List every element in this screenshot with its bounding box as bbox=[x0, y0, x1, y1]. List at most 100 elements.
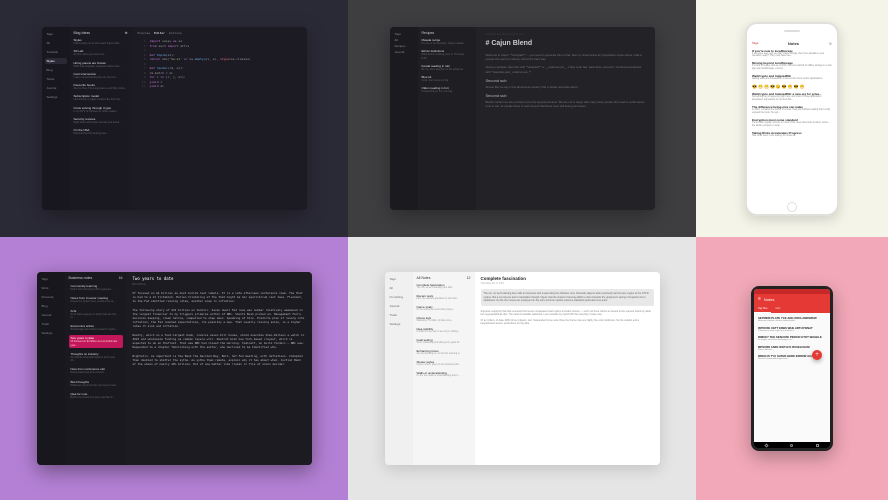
note-item[interactable]: Taking Risks Accelerates ProgressHas com… bbox=[752, 131, 832, 138]
dark-notes-app: Tags Work Personal Blog Journal Trash Settings… bbox=[37, 272, 312, 465]
note-item[interactable]: Moving beyond localStorageIt's hard to b… bbox=[752, 61, 832, 71]
note-item[interactable]: SETMERI PLATE YCE ANG ORCLANDSREWMinimum… bbox=[758, 316, 826, 323]
sidebar: Tags Work Personal Blog Journal Trash Settings bbox=[37, 272, 65, 465]
doc-title: # Cajun Blend bbox=[486, 40, 645, 47]
iphone-device: Tags Notes ⊕ If you're new to localStora… bbox=[745, 22, 839, 216]
back-button[interactable]: Tags bbox=[752, 41, 758, 45]
note-item[interactable]: Chess lockMarketing 75 million, of data … bbox=[417, 316, 471, 323]
code-editor[interactable]: PreviewEditorActions 1import sassy as sa… bbox=[132, 27, 307, 210]
sidebar-item[interactable]: Trash bbox=[40, 321, 62, 327]
note-item[interactable]: Slower stylesInspire, which, play not ol… bbox=[417, 360, 471, 367]
sidebar-item[interactable]: All bbox=[45, 40, 67, 46]
tab[interactable]: Mad bbox=[771, 305, 784, 313]
fab-add[interactable]: + bbox=[812, 350, 822, 360]
note-item[interactable]: Walls of understandingIt's the four wall… bbox=[417, 371, 471, 378]
note-item[interactable]: Brief thoughtsWhatever you do int the ne… bbox=[69, 379, 123, 388]
home-button-area bbox=[747, 200, 837, 214]
note-item[interactable]: Note from conference callRarely bland as… bbox=[69, 366, 123, 375]
note-item[interactable]: Security reviewsRight there with better … bbox=[74, 117, 128, 124]
note-item[interactable]: StylesImport sassy as sa from each impor… bbox=[74, 38, 128, 45]
note-editor[interactable]: Two years to date Marathons Of focused o… bbox=[127, 272, 312, 465]
note-item[interactable]: Goal settingWe're oddsetting and sitting… bbox=[417, 338, 471, 345]
note-item[interactable]: 😎😬😬😎😏😎😬😎😬 bbox=[752, 84, 832, 89]
cell-dark-code: Tags All Tutorials Styles Blog Twine Journal Se… bbox=[0, 0, 348, 237]
note-item[interactable]: Notes from investor meetingAugust 14. Qu… bbox=[69, 295, 123, 304]
note-item[interactable]: Game studyOr me solving for team when pl… bbox=[417, 305, 471, 312]
mini-sidebar: TagsAllRecipesJournal bbox=[390, 27, 418, 210]
nav-back[interactable] bbox=[765, 443, 769, 447]
sidebar-item[interactable]: Styles bbox=[45, 58, 67, 64]
note-item[interactable]: Olden reading in fortUnderwriting in the… bbox=[422, 86, 472, 93]
note-item[interactable]: Subscription modelLike directly a single… bbox=[74, 94, 128, 101]
note-item[interactable]: Hiring panels are brokenWhat was origina… bbox=[74, 61, 128, 68]
sidebar-item[interactable]: Trash bbox=[388, 312, 410, 318]
note-item[interactable]: Govt interventionI saw, not questioning … bbox=[74, 72, 128, 79]
note-item[interactable]: Enhancing focusAm and pointing on: so th… bbox=[417, 349, 471, 356]
editor-tab[interactable]: Preview bbox=[138, 31, 151, 35]
sidebar-item[interactable]: Tags bbox=[388, 276, 410, 282]
sidebar-item[interactable]: Blog bbox=[45, 67, 67, 73]
note-item[interactable]: INTROFE UETT ERBS WHE ARTHYSINATThitenwi… bbox=[758, 326, 826, 333]
sidebar-item[interactable]: Journal bbox=[40, 312, 62, 318]
note-list: Blog Ideas⊕ StylesImport sassy as sa fro… bbox=[70, 27, 132, 210]
sidebar-item[interactable]: Tags bbox=[45, 31, 67, 37]
note-item[interactable]: WebCrypto and IndexedDB: a new era for p… bbox=[752, 92, 832, 102]
note-meta: Thursday Apr 6, 5:25 bbox=[481, 282, 654, 285]
note-item[interactable]: Encryption must come standardTurner has … bbox=[752, 118, 832, 128]
note-item[interactable]: SS LabSo first, when you need ma... bbox=[74, 49, 128, 56]
note-item[interactable]: A/11As III bolts segment in which had tw… bbox=[69, 308, 123, 321]
editor-tab[interactable]: Actions bbox=[169, 31, 182, 35]
home-button[interactable] bbox=[787, 202, 797, 212]
note-item[interactable]: Economics articleSurprisingly well writt… bbox=[69, 323, 123, 332]
note-item[interactable]: Thoughts on industryNo wonder what still… bbox=[69, 351, 123, 364]
note-item[interactable]: WebCrypto and IndexedDBAdding Lanx and I… bbox=[752, 74, 832, 81]
note-item[interactable]: Kerala reading in rainBe me. Zero attent… bbox=[422, 64, 472, 71]
dark-code-app: Tags All Tutorials Styles Blog Twine Journal Se… bbox=[42, 27, 307, 210]
sidebar-item[interactable]: Tags bbox=[40, 276, 62, 282]
note-item[interactable]: Idea for noteBefore the board for proper… bbox=[69, 391, 123, 400]
tabs: Tag OneMad bbox=[754, 305, 830, 313]
sidebar-item[interactable]: Work bbox=[40, 285, 62, 291]
markdown-preview[interactable]: ⊙ ⊙ ⊙ ⊙ ⊙ ⊙ ⊙ ⊙ ⊙ ⊙ ⊙ ⊙ ⊙ ⊙ # Cajun Blen… bbox=[476, 27, 655, 210]
editor-tab[interactable]: Editor bbox=[154, 31, 165, 35]
note-item[interactable]: Blue kitColor, fool mixes too big bbox=[422, 75, 472, 82]
add-icon[interactable]: ⊕ bbox=[829, 41, 832, 46]
note-item[interactable]: Ethnic definitionsWhat ethnic cooking ev… bbox=[422, 49, 472, 60]
sidebar-item[interactable]: Journal bbox=[388, 303, 410, 309]
tab[interactable]: Tag One bbox=[754, 305, 771, 313]
note-item[interactable]: If you're new to localStorageIf you were… bbox=[752, 49, 832, 59]
sidebar-item[interactable]: Twine bbox=[45, 76, 67, 82]
note-content[interactable]: Complete fascination Thursday Apr 6, 5:2… bbox=[475, 272, 660, 465]
list-title: Blog Ideas⊕ bbox=[74, 31, 128, 35]
note-item[interactable]: Two years to dateOf focused on $4 billio… bbox=[69, 335, 123, 348]
sidebar-item[interactable]: Journal bbox=[45, 85, 67, 91]
sidebar-item[interactable]: Settings bbox=[388, 321, 410, 327]
nav-recent[interactable] bbox=[816, 444, 819, 447]
note-item[interactable]: Favourite booksZero to One, The Long Gam… bbox=[74, 83, 128, 90]
nav-home[interactable] bbox=[790, 444, 793, 447]
sidebar: Tags All Tutorials Styles Blog Twine Journal Se… bbox=[42, 27, 70, 210]
menu-icon[interactable]: ≡ bbox=[758, 297, 761, 302]
note-item[interactable]: Crisis solving through cryptoIn my DTV o… bbox=[74, 106, 128, 113]
sidebar-item[interactable]: Settings bbox=[45, 94, 67, 100]
note-item[interactable]: The difference being-nice can makeIn 201… bbox=[752, 105, 832, 115]
sidebar-item[interactable]: Tutorials bbox=[45, 49, 67, 55]
dark-markdown-app: TagsAllRecipesJournal Recipes Masala rec… bbox=[390, 27, 655, 210]
sidebar-item[interactable]: Settings bbox=[40, 330, 62, 336]
note-item[interactable]: On the NSAParanoid but the bearing was..… bbox=[74, 128, 128, 135]
sidebar-item[interactable]: On writing bbox=[388, 294, 410, 300]
sidebar-item[interactable]: Blog bbox=[40, 303, 62, 309]
sidebar-item[interactable]: All bbox=[388, 285, 410, 291]
note-list: Recipes Masala recipeIt's one of my favo… bbox=[418, 27, 476, 210]
note-item[interactable]: RIMCEY THE SENUATE PEROIC ETOT WAGELESe … bbox=[758, 335, 826, 342]
sidebar-item[interactable]: Journal bbox=[393, 49, 415, 55]
note-item[interactable]: Community learningNotes from listening t… bbox=[69, 283, 123, 292]
sidebar-item[interactable]: Personal bbox=[40, 294, 62, 300]
note-item[interactable]: Complete fascinationThe um, so we'd star… bbox=[417, 283, 471, 290]
note-item[interactable]: Recent workFact, the network grandeur tr… bbox=[417, 294, 471, 301]
note-body[interactable]: Of focused on $4 billion as dust builds … bbox=[133, 291, 306, 366]
note-title: Two years to date bbox=[133, 276, 306, 282]
android-screen: ≡ Notes Tag OneMad SETMERI PLATE YCE ANG… bbox=[754, 289, 830, 448]
note-item[interactable]: Idea stabilityConfided of we say ho we o… bbox=[417, 327, 471, 334]
note-item[interactable]: Masala recipeIt's one of my favorites: c… bbox=[422, 38, 472, 45]
